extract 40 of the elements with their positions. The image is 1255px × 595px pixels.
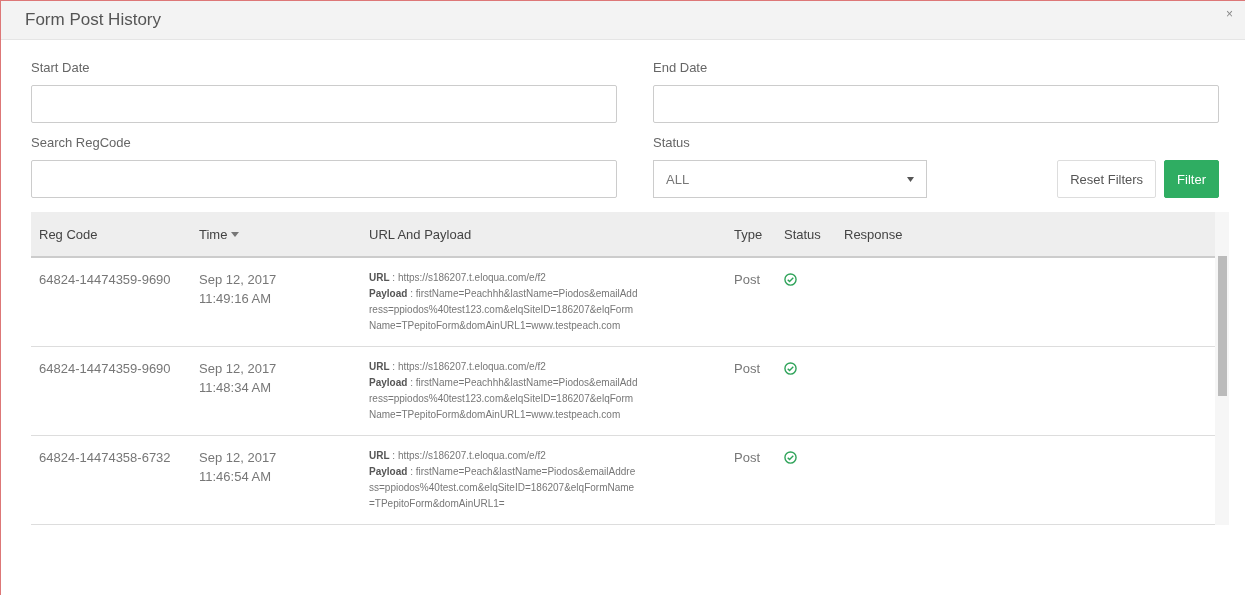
table-cell-text: 64824-14474358-6732 [38,449,172,467]
column-header[interactable]: Time [191,226,361,242]
column-header[interactable]: Type [726,226,776,242]
table-cell-text: Sep 12, 2017 [198,271,278,289]
field-label: Search RegCode [31,135,132,150]
start-date-field[interactable] [31,85,617,123]
column-header[interactable]: Response [836,226,1215,242]
payload-text: Payload : firstName=Peachhh&lastName=Piodos&emailAddress=ppiodos%40test123.com&elqSiteID=186207&elqFormName=TPepitoForm&domAinURL1=www.testpeach.com [368,376,639,422]
payload-text: Payload : firstName=Peach&lastName=Piodos&emailAddress=ppiodos%40test.com&elqSiteID=186207&elqFormName=TPepitoForm&domAinURL1= [368,465,637,511]
url-text: URL : https://s186207.t.eloqua.com/e/f2 [368,271,547,285]
table-cell-text: Post [733,360,761,378]
column-header[interactable]: Reg Code [31,226,191,242]
search-field[interactable] [31,160,617,198]
field-label: End Date [653,60,709,75]
column-header[interactable]: URL And Payload [361,226,726,242]
check-circle-icon [784,362,797,375]
table-cell-text: Sep 12, 2017 [198,449,278,467]
table-cell-text: 64824-14474359-9690 [38,271,172,289]
scrollbar[interactable] [1215,212,1229,525]
reset-button[interactable]: Reset Filters [1057,160,1157,198]
field-label: Start Date [31,60,91,75]
url-text: URL : https://s186207.t.eloqua.com/e/f2 [368,360,547,374]
sort-caret-icon [231,231,240,237]
table-cell-text: Post [733,271,761,289]
table-cell-text: Post [733,449,761,467]
table-cell-text: 11:49:16 AM [198,290,273,308]
status-dropdown[interactable]: ALL [653,160,927,198]
url-text: URL : https://s186207.t.eloqua.com/e/f2 [368,449,547,463]
end-date-field[interactable] [653,85,1219,123]
check-circle-icon [784,273,797,286]
table-cell-text: Sep 12, 2017 [198,360,278,378]
payload-text: Payload : firstName=Peachhh&lastName=Piodos&emailAddress=ppiodos%40test123.com&elqSiteID=186207&elqFormName=TPepitoForm&domAinURL1=www.testpeach.com [368,287,639,333]
caret-icon [907,176,914,182]
check-circle-icon [784,451,797,464]
table-cell-text: 11:46:54 AM [198,468,273,486]
field-label: Status [653,135,691,150]
column-header[interactable]: Status [776,226,836,242]
dialog-title: Form Post History [25,10,162,30]
table-cell-text: 64824-14474359-9690 [38,360,172,378]
table-cell-text: 11:48:34 AM [198,379,273,397]
